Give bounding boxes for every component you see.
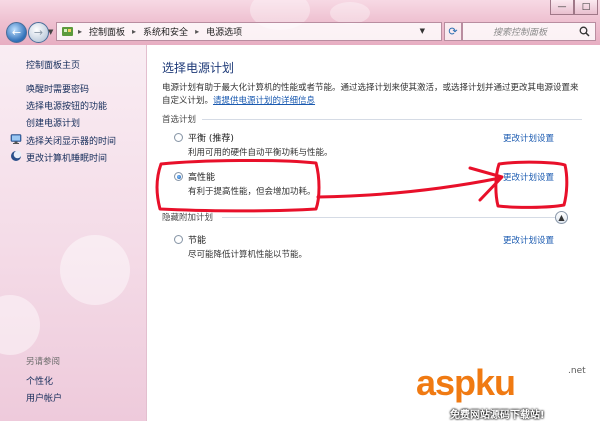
page-title: 选择电源计划 <box>162 61 235 75</box>
watermark: aspku .net 免费网站源码下载站! <box>410 361 600 421</box>
recent-pages-dropdown[interactable]: ▼ <box>48 28 53 36</box>
section-divider <box>222 217 555 218</box>
control-panel-icon <box>60 25 74 39</box>
hidden-plans-heading: 隐藏附加计划 <box>162 213 214 223</box>
plan-name: 平衡 (推荐) <box>188 134 234 144</box>
arrow-right-icon: → <box>33 26 44 39</box>
breadcrumb-control-panel[interactable]: 控制面板 <box>89 25 125 38</box>
background-flower <box>0 295 40 355</box>
plan-description: 尽可能降低计算机性能以节能。 <box>188 250 308 260</box>
change-plan-settings-balanced[interactable]: 更改计划设置 <box>503 132 554 144</box>
see-also-user-accounts[interactable]: 用户帐户 <box>26 391 62 404</box>
background-flower <box>60 235 130 305</box>
plan-details-link[interactable]: 请提供电源计划的详细信息 <box>213 96 315 106</box>
background-flower <box>330 2 370 24</box>
maximize-icon: □ <box>581 2 591 12</box>
sidebar-item-create-plan[interactable]: 创建电源计划 <box>26 116 80 129</box>
plan-description: 利用可用的硬件自动平衡功耗与性能。 <box>188 148 333 158</box>
sidebar-item-display-off[interactable]: 选择关闭显示器的时间 <box>26 134 116 147</box>
moon-icon <box>10 150 22 162</box>
see-also-personalization[interactable]: 个性化 <box>26 374 53 387</box>
change-plan-settings-power-saver[interactable]: 更改计划设置 <box>503 234 554 246</box>
maximize-button[interactable]: □ <box>574 0 598 15</box>
search-box[interactable]: 搜索控制面板 <box>462 22 596 41</box>
plan-high-performance-radio[interactable] <box>174 172 183 181</box>
refresh-button[interactable]: ⟳ <box>444 22 462 41</box>
window-controls: — □ <box>550 0 598 15</box>
refresh-icon: ⟳ <box>448 25 458 38</box>
breadcrumb-power-options[interactable]: 电源选项 <box>206 25 242 38</box>
left-navigation-pane: 控制面板主页 唤醒时需要密码 选择电源按钮的功能 创建电源计划 选择关闭显示器的… <box>0 45 147 421</box>
minimize-icon: — <box>557 2 567 12</box>
breadcrumb-separator[interactable]: ▸ <box>78 27 82 36</box>
plan-name: 节能 <box>188 236 207 246</box>
plan-name: 高性能 <box>188 173 216 183</box>
monitor-icon <box>10 133 22 145</box>
watermark-tagline: 免费网站源码下载站! <box>450 410 545 421</box>
sidebar-item-power-button[interactable]: 选择电源按钮的功能 <box>26 99 107 112</box>
watermark-logo: aspku <box>416 362 516 403</box>
plan-power-saver-radio[interactable] <box>174 235 183 244</box>
sidebar-item-sleep-time[interactable]: 更改计算机睡眠时间 <box>26 151 107 164</box>
page-description: 电源计划有助于最大化计算机的性能或者节能。通过选择计划来使其激活，或选择计划并通… <box>162 82 582 108</box>
search-icon[interactable] <box>577 25 591 39</box>
search-input[interactable]: 搜索控制面板 <box>463 25 577 38</box>
arrow-left-icon: ← <box>11 26 22 39</box>
watermark-brand: aspku <box>416 362 516 403</box>
address-dropdown-icon[interactable]: ▼ <box>420 27 425 35</box>
forward-button[interactable]: → <box>28 22 49 43</box>
collapse-hidden-plans-button[interactable]: ▲ <box>555 211 568 224</box>
title-bar: ← → ▼ ▸ 控制面板 ▸ 系统和安全 ▸ 电源选项 ▼ ⟳ 搜索控制面板 —… <box>0 0 600 45</box>
control-panel-home-link[interactable]: 控制面板主页 <box>26 58 80 71</box>
chevron-up-icon: ▲ <box>558 213 565 222</box>
plan-balanced-radio[interactable] <box>174 133 183 142</box>
change-plan-settings-high-performance[interactable]: 更改计划设置 <box>503 171 554 183</box>
sidebar-item-wake-password[interactable]: 唤醒时需要密码 <box>26 82 89 95</box>
minimize-button[interactable]: — <box>550 0 574 15</box>
watermark-domain: .net <box>568 366 586 376</box>
breadcrumb-system-security[interactable]: 系统和安全 <box>143 25 188 38</box>
breadcrumb-separator[interactable]: ▸ <box>132 27 136 36</box>
breadcrumb-separator[interactable]: ▸ <box>195 27 199 36</box>
see-also-heading: 另请参阅 <box>26 357 61 367</box>
address-bar[interactable]: ▸ 控制面板 ▸ 系统和安全 ▸ 电源选项 ▼ <box>56 22 442 41</box>
back-button[interactable]: ← <box>6 22 27 43</box>
preferred-plans-heading: 首选计划 <box>162 115 197 125</box>
plan-description: 有利于提高性能，但会增加功耗。 <box>188 187 316 197</box>
section-divider <box>202 119 582 120</box>
